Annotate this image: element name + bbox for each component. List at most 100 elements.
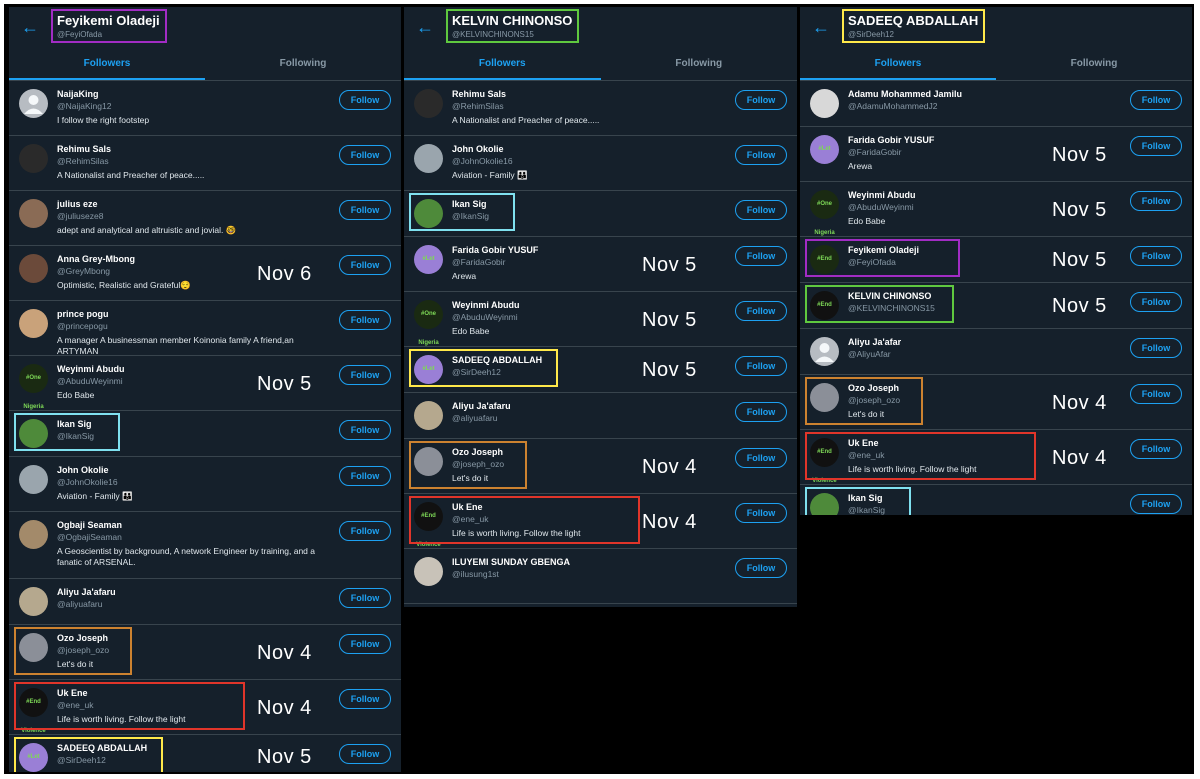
follow-button[interactable]: Follow: [1130, 384, 1182, 404]
user-name[interactable]: Rehimu Sals: [57, 143, 329, 155]
follow-button[interactable]: Follow: [735, 503, 787, 523]
follow-button[interactable]: Follow: [339, 466, 391, 486]
follower-row[interactable]: #Let Farida Gobir YUSUF @FaridaGobir Arewa F…: [404, 237, 797, 292]
follow-button[interactable]: Follow: [339, 310, 391, 330]
follower-row[interactable]: prince pogu @princepogu A manager A busine…: [9, 301, 401, 356]
avatar[interactable]: #One Nigeria: [19, 364, 48, 410]
follow-button[interactable]: Follow: [1130, 494, 1182, 514]
follower-row[interactable]: Ikan Sig @IkanSig Follow: [800, 485, 1192, 515]
follower-row[interactable]: Ozo Joseph @joseph_ozo Let's do it Follow No…: [404, 439, 797, 494]
follow-button[interactable]: Follow: [1130, 292, 1182, 312]
avatar[interactable]: #Let: [414, 245, 443, 274]
avatar[interactable]: #One Nigeria: [414, 300, 443, 346]
avatar[interactable]: [414, 401, 443, 430]
follow-button[interactable]: Follow: [735, 448, 787, 468]
avatar[interactable]: [19, 587, 48, 616]
user-name[interactable]: NaijaKing: [57, 88, 329, 100]
user-name[interactable]: Aliyu Ja'afar: [848, 336, 1120, 348]
tab-following[interactable]: Following: [205, 49, 401, 80]
user-name[interactable]: Adamu Mohammed Jamilu: [848, 88, 1120, 100]
follow-button[interactable]: Follow: [1130, 90, 1182, 110]
follower-row[interactable]: #End Violence Uk Ene @ene_uk Life is worth …: [800, 430, 1192, 485]
follower-row[interactable]: Aliyu Ja'afaru @aliyuafaru Follow: [404, 393, 797, 439]
follower-row[interactable]: Ogbaji Seaman @OgbajiSeaman A Geoscientist…: [9, 512, 401, 579]
back-arrow-icon[interactable]: ←: [21, 17, 39, 37]
follower-row[interactable]: #Let Farida Gobir YUSUF @FaridaGobir Arewa F…: [800, 127, 1192, 182]
follower-row[interactable]: Aliyu Ja'afaru @aliyuafaru Follow: [9, 579, 401, 625]
follow-button[interactable]: Follow: [339, 255, 391, 275]
follower-row[interactable]: NaijaKing @NaijaKing12 I follow the right …: [9, 81, 401, 136]
follower-row[interactable]: Anna Grey-Mbong @GreyMbong Optimistic, Rea…: [9, 246, 401, 301]
follower-row[interactable]: Adamu Mohammed Jamilu @AdamuMohammedJ2 Fol…: [800, 81, 1192, 127]
follower-row[interactable]: #One Nigeria Weyinmi Abudu @AbuduWeyinmi Ed…: [404, 292, 797, 347]
follower-row[interactable]: #One Nigeria Weyinmi Abudu @AbuduWeyinmi Ed…: [9, 356, 401, 411]
avatar[interactable]: #Let: [810, 135, 839, 164]
follow-button[interactable]: Follow: [735, 356, 787, 376]
follow-button[interactable]: Follow: [339, 145, 391, 165]
avatar[interactable]: [19, 309, 48, 338]
follower-row[interactable]: #End Feyikemi Oladeji @FeyiOfada Follow Nov …: [800, 237, 1192, 283]
back-arrow-icon[interactable]: ←: [416, 17, 434, 37]
avatar[interactable]: [19, 465, 48, 494]
avatar[interactable]: [19, 520, 48, 549]
follow-button[interactable]: Follow: [1130, 439, 1182, 459]
follower-row[interactable]: #One Nigeria Weyinmi Abudu @AbuduWeyinmi Ed…: [800, 182, 1192, 237]
follow-button[interactable]: Follow: [339, 521, 391, 541]
tab-followers[interactable]: Followers: [800, 49, 996, 80]
follower-row[interactable]: Ozo Joseph @joseph_ozo Let's do it Follow No…: [9, 625, 401, 680]
user-name[interactable]: John Okolie: [57, 464, 329, 476]
follow-button[interactable]: Follow: [735, 246, 787, 266]
avatar[interactable]: [810, 89, 839, 118]
default-user-icon[interactable]: [810, 337, 839, 366]
follower-row[interactable]: Rehimu Sals @RehimSilas A Nationalist and …: [404, 81, 797, 136]
user-name[interactable]: ILUYEMI SUNDAY GBENGA: [452, 556, 725, 568]
follow-button[interactable]: Follow: [339, 634, 391, 654]
tab-followers[interactable]: Followers: [404, 49, 601, 80]
follow-button[interactable]: Follow: [339, 90, 391, 110]
user-name[interactable]: Rehimu Sals: [452, 88, 725, 100]
back-arrow-icon[interactable]: ←: [812, 17, 830, 37]
follow-button[interactable]: Follow: [339, 689, 391, 709]
follower-row[interactable]: Ikan Sig @IkanSig Follow: [404, 191, 797, 237]
user-name[interactable]: Aliyu Ja'afaru: [452, 400, 725, 412]
follower-row[interactable]: #End Violence Uk Ene @ene_uk Life is worth …: [9, 680, 401, 735]
avatar[interactable]: [19, 144, 48, 173]
follower-row[interactable]: #End Violence Uk Ene @ene_uk Life is worth …: [404, 494, 797, 549]
follow-button[interactable]: Follow: [735, 402, 787, 422]
follow-button[interactable]: Follow: [339, 200, 391, 220]
follow-button[interactable]: Follow: [735, 301, 787, 321]
avatar[interactable]: [414, 144, 443, 173]
follow-button[interactable]: Follow: [339, 365, 391, 385]
follow-button[interactable]: Follow: [339, 588, 391, 608]
follow-button[interactable]: Follow: [1130, 136, 1182, 156]
tab-following[interactable]: Following: [601, 49, 798, 80]
follower-row[interactable]: Ikan Sig @IkanSig Follow: [9, 411, 401, 457]
follow-button[interactable]: Follow: [735, 200, 787, 220]
avatar[interactable]: [414, 89, 443, 118]
follower-row[interactable]: Ozo Joseph @joseph_ozo Let's do it Follow No…: [800, 375, 1192, 430]
user-name[interactable]: julius eze: [57, 198, 329, 210]
follower-row[interactable]: ILUYEMI SUNDAY GBENGA @ilusung1st Follow: [404, 549, 797, 604]
user-name[interactable]: prince pogu: [57, 308, 329, 320]
tab-followers[interactable]: Followers: [9, 49, 205, 80]
follower-row[interactable]: John Okolie @JohnOkolie16 Aviation - Famil…: [9, 457, 401, 512]
avatar[interactable]: [414, 557, 443, 586]
follow-button[interactable]: Follow: [1130, 191, 1182, 211]
follower-row[interactable]: #Let SADEEQ ABDALLAH @SirDeeh12 Follow Nov 5: [404, 347, 797, 393]
follow-button[interactable]: Follow: [735, 145, 787, 165]
avatar[interactable]: [19, 254, 48, 283]
follower-row[interactable]: Aliyu Ja'afar @AliyuAfar Follow: [800, 329, 1192, 375]
follower-row[interactable]: #Let SADEEQ ABDALLAH @SirDeeh12 Follow Nov 5: [9, 735, 401, 772]
follow-button[interactable]: Follow: [1130, 246, 1182, 266]
follow-button[interactable]: Follow: [735, 90, 787, 110]
follow-button[interactable]: Follow: [339, 744, 391, 764]
default-user-icon[interactable]: [19, 89, 48, 118]
follow-button[interactable]: Follow: [339, 420, 391, 440]
user-name[interactable]: Ogbaji Seaman: [57, 519, 329, 531]
follow-button[interactable]: Follow: [1130, 338, 1182, 358]
user-name[interactable]: John Okolie: [452, 143, 725, 155]
user-name[interactable]: Aliyu Ja'afaru: [57, 586, 329, 598]
follower-row[interactable]: julius eze @juliuseze8 adept and analytica…: [9, 191, 401, 246]
tab-following[interactable]: Following: [996, 49, 1192, 80]
follower-row[interactable]: Rehimu Sals @RehimSilas A Nationalist and …: [9, 136, 401, 191]
